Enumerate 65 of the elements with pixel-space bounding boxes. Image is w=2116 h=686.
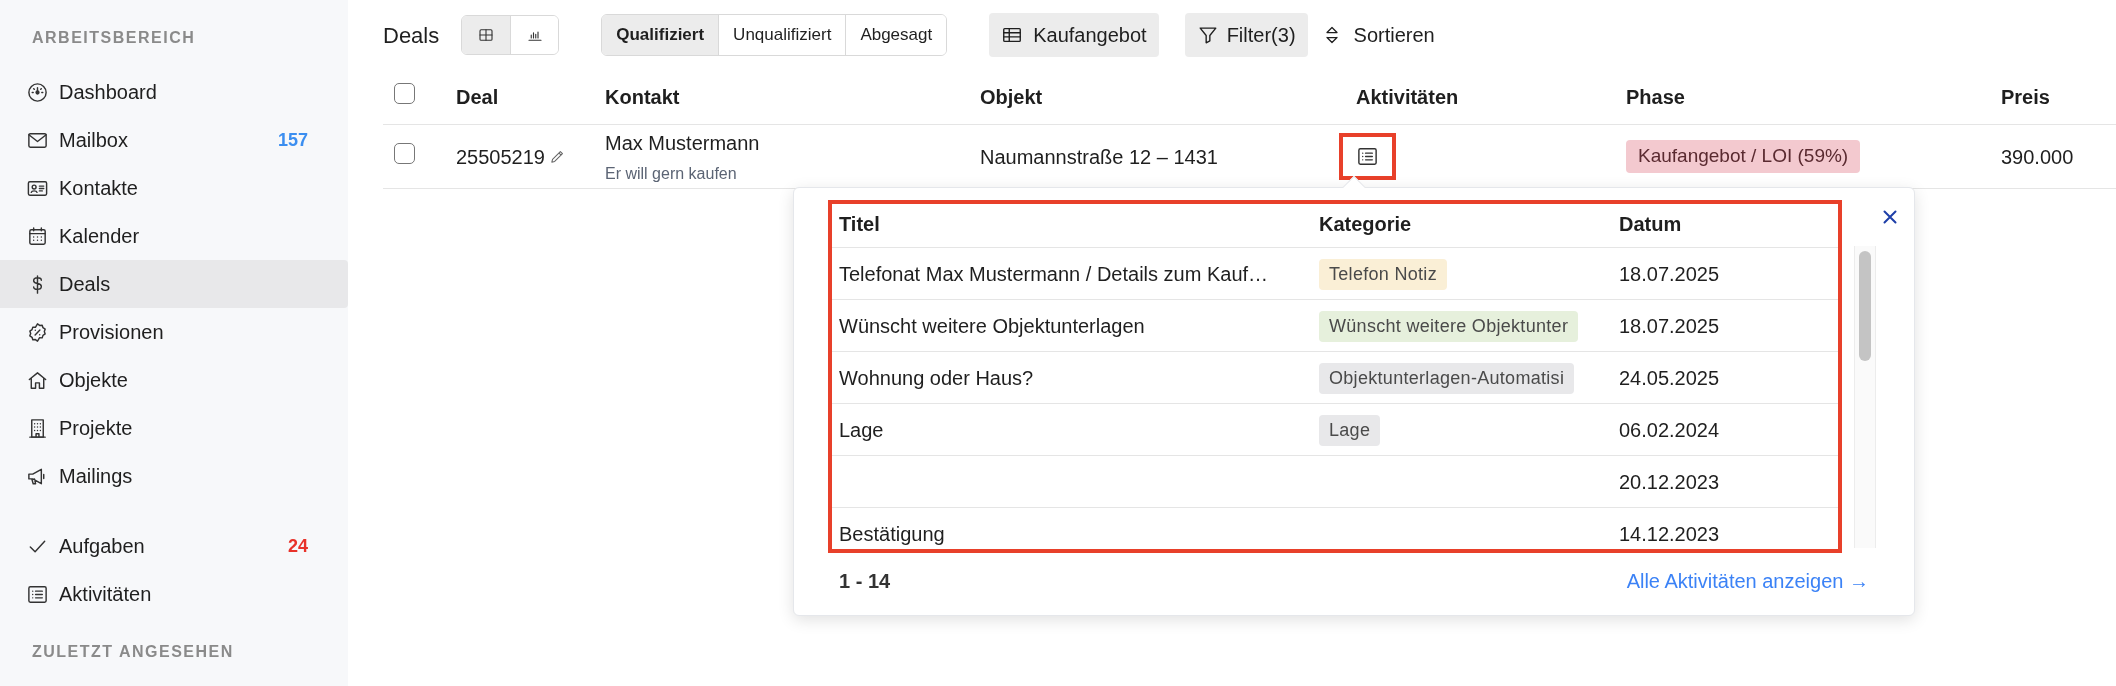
view-toggle-button[interactable] — [510, 16, 559, 54]
section-heading: ARBEITSBEREICH — [32, 28, 196, 48]
show-all-link[interactable]: Alle Aktivitäten anzeigen → — [1626, 566, 1869, 596]
range-label: 1 - 14 — [839, 569, 891, 594]
category-tag: Telefon Notiz — [1319, 258, 1447, 290]
sidebar-item[interactable]: Objekte — [0, 356, 348, 404]
filter-button[interactable]: Filter(3) — [1184, 13, 1308, 57]
column-header: Datum — [1619, 212, 1682, 235]
date-cell: 24.05.2025 — [1619, 366, 1720, 389]
date-cell: 18.07.2025 — [1619, 262, 1720, 285]
column-header: Kontakt — [605, 86, 680, 108]
percent-badge-icon — [26, 320, 49, 344]
building-icon — [26, 416, 49, 440]
category-tag: Objektunterlagen-Automatisi — [1319, 362, 1575, 394]
activity-title: Lage — [839, 418, 884, 441]
sidebar-item[interactable]: Kalender — [0, 212, 348, 260]
list-icon[interactable] — [1356, 145, 1379, 168]
activity-title: Wohnung oder Haus? — [839, 366, 1034, 389]
gauge-icon — [26, 80, 49, 104]
sidebar-item[interactable]: Dashboard — [0, 68, 348, 116]
section-heading: ZULETZT ANGESEHEN — [32, 642, 234, 662]
count-label: 157 — [277, 128, 308, 152]
grid-view-icon — [477, 26, 496, 44]
sidebar-item[interactable]: Kontakte — [0, 164, 348, 212]
date-cell: 06.02.2024 — [1619, 418, 1720, 441]
sidebar-item[interactable]: Projekte — [0, 404, 348, 452]
category-tag: Wünscht weitere Objektunter — [1319, 310, 1579, 342]
view-toggle-button[interactable] — [462, 16, 511, 54]
page-title: Deals — [383, 21, 440, 50]
column-header: Kategorie — [1319, 212, 1412, 235]
table-cell: 390.000 — [2001, 145, 2074, 168]
date-cell: 20.12.2023 — [1619, 470, 1720, 493]
date-cell: 18.07.2025 — [1619, 314, 1720, 337]
column-header: Preis — [2001, 86, 2050, 108]
checkbox[interactable] — [394, 142, 415, 164]
activity-title: Telefonat Max Mustermann / Details zum Kauf… — [839, 262, 1269, 285]
scrollbar-thumb[interactable] — [1859, 251, 1871, 361]
deal-number: 25505219 — [456, 144, 545, 170]
calendar-icon — [26, 224, 49, 248]
sidebar-item[interactable]: Mailbox 157 — [0, 116, 348, 164]
status-filter-tab[interactable]: Abgesagt — [845, 15, 947, 55]
count-label: 24 — [287, 534, 308, 558]
sidebar-item[interactable]: Provisionen — [0, 308, 348, 356]
sidebar-item[interactable]: Aufgaben 24 — [0, 522, 348, 570]
phase-tag: Kaufangebot / LOI (59%) — [1626, 140, 1861, 173]
table-cell: Naumannstraße 12 – 1431 — [980, 145, 1218, 168]
column-header: Objekt — [980, 86, 1043, 108]
sort-button[interactable]: Sortieren — [1317, 13, 1439, 57]
category-tag: Lage — [1319, 414, 1381, 446]
column-header: Aktivitäten — [1356, 86, 1459, 108]
sidebar-item[interactable]: Mailings — [0, 452, 348, 500]
contact-note: Er will gern kaufen — [605, 163, 737, 184]
sidebar-item[interactable]: Deals — [0, 260, 348, 308]
column-header: Titel — [839, 212, 880, 235]
column-header: Phase — [1626, 86, 1685, 108]
pipeline-button[interactable]: Kaufangebot — [989, 13, 1159, 57]
activity-title: Wünscht weitere Objektunterlagen — [839, 314, 1145, 337]
sidebar-item[interactable]: Aktivitäten — [0, 570, 348, 618]
checkbox[interactable] — [394, 83, 415, 104]
contact-name: Max Mustermann — [605, 130, 760, 156]
date-cell: 14.12.2023 — [1619, 522, 1720, 545]
pencil-icon[interactable] — [549, 148, 566, 165]
column-header: Deal — [456, 86, 499, 108]
activity-title: Bestätigung — [839, 522, 945, 545]
status-filter-tab[interactable]: Qualifiziert — [602, 15, 719, 55]
